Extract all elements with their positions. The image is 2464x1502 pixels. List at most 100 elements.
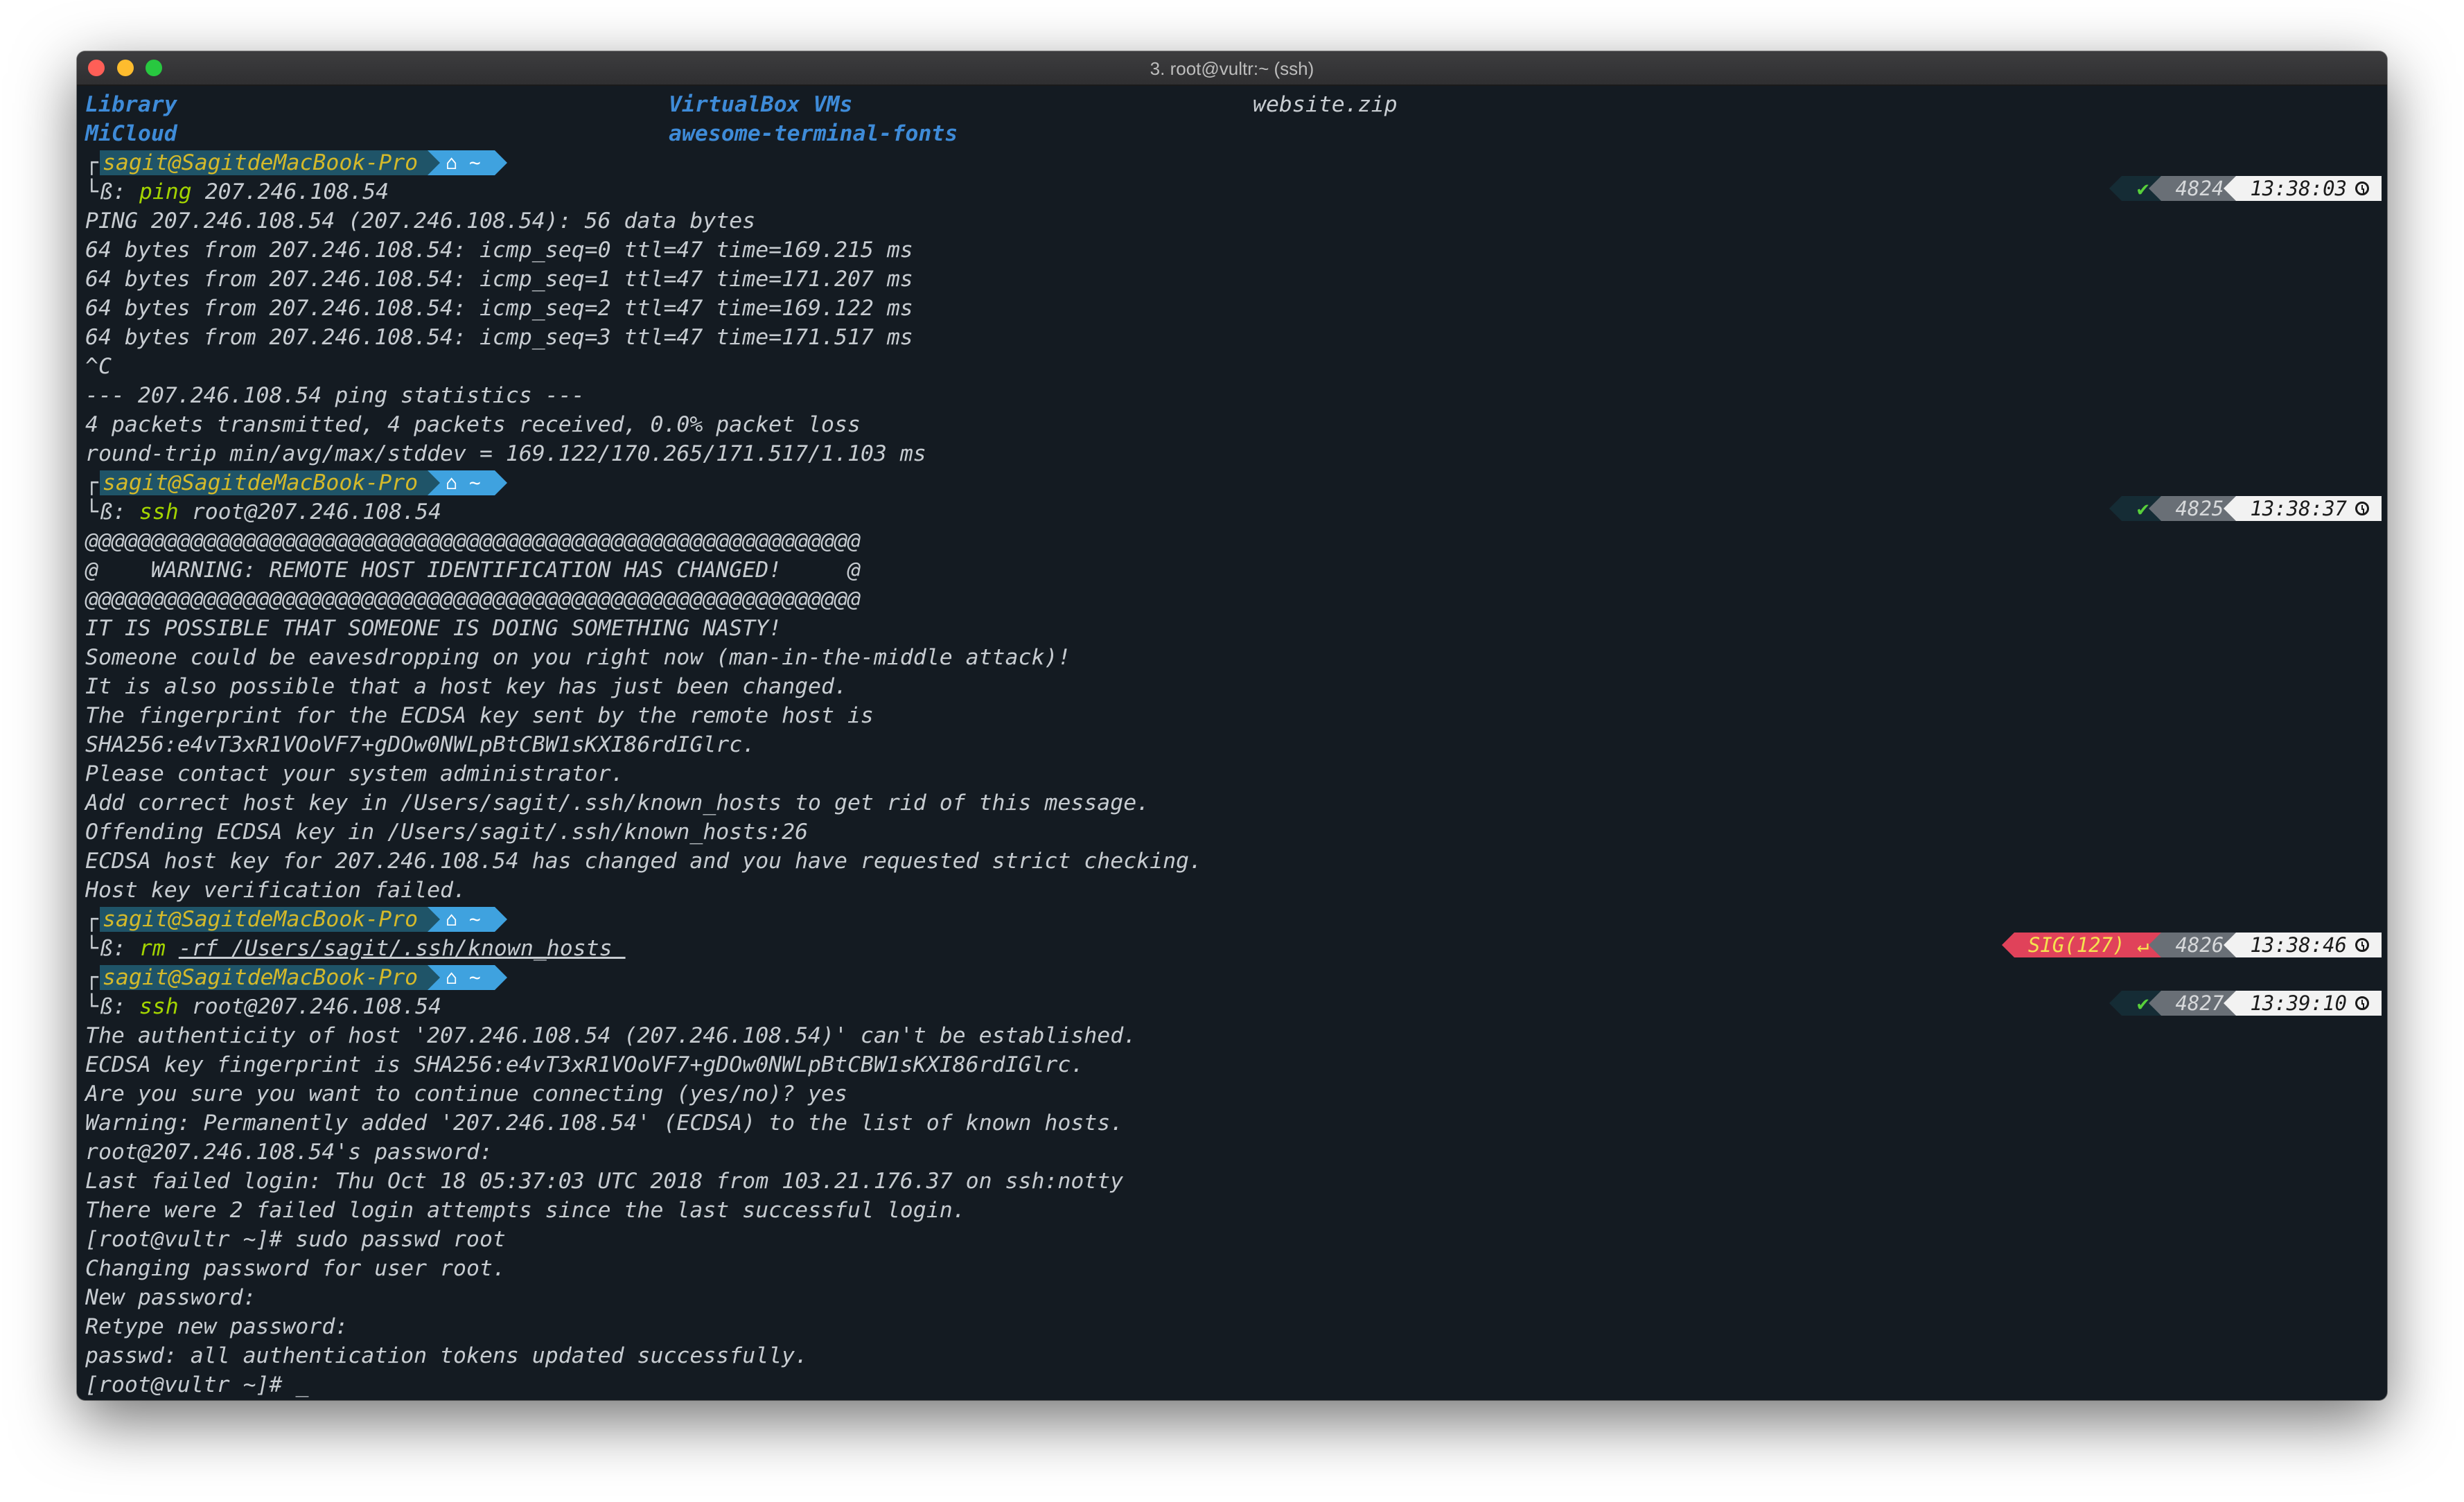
ping-output-line: 4 packets transmitted, 4 packets receive…: [85, 410, 2387, 439]
home-icon: ⌂: [446, 966, 469, 989]
ssh-session-line: passwd: all authentication tokens update…: [85, 1341, 2387, 1370]
prompt-corner: └: [85, 179, 98, 204]
timestamp-text: 13:38:03: [2250, 177, 2347, 200]
listing-row: Library VirtualBox VMs website.zip: [85, 90, 2387, 119]
output-text: ECDSA host key for 207.246.108.54 has ch…: [85, 849, 1202, 874]
prompt-header: ┌ sagit@SagitdeMacBook-Pro ⌂ ~: [85, 963, 2387, 992]
exit-status-badge: SIG(127) ↵: [2001, 933, 2162, 957]
ssh-session-line: Changing password for user root.: [85, 1254, 2387, 1283]
output-text: It is also possible that a host key has …: [85, 674, 847, 699]
command-line: └ß: ssh root@207.246.108.54 ✔ 4825 13:38:37: [85, 496, 2387, 527]
ssh-session-line: There were 2 failed login attempts since…: [85, 1196, 2387, 1225]
text-cursor[interactable]: _: [295, 1372, 308, 1397]
user-host-segment: sagit@SagitdeMacBook-Pro: [99, 150, 428, 175]
prompt-corner: ┌: [85, 965, 98, 990]
home-directory-segment: ⌂ ~: [428, 470, 507, 495]
prompt-symbol: ß:: [99, 500, 126, 524]
command-args: -rf /Users/sagit/.ssh/known_hosts: [178, 936, 626, 961]
terminal-output[interactable]: Library VirtualBox VMs website.zip MiCloud a…: [85, 90, 2387, 1399]
command-line: └ß: ping 207.246.108.54 ✔ 4824 13:38:03: [85, 176, 2387, 206]
command-name: ssh: [139, 994, 179, 1019]
command-line: └ß: ssh root@207.246.108.54 ✔ 4827 13:39:10: [85, 991, 2387, 1021]
prompt-header: ┌ sagit@SagitdeMacBook-Pro ⌂ ~: [85, 148, 2387, 177]
prompt-corner: └: [85, 936, 98, 961]
ssh-warning-line: Please contact your system administrator…: [85, 759, 2387, 788]
prompt-corner: ┌: [85, 150, 98, 175]
ssh-warning-line: ECDSA host key for 207.246.108.54 has ch…: [85, 847, 2387, 876]
command-line: └ß: rm -rf /Users/sagit/.ssh/known_hosts…: [85, 933, 2387, 963]
clock-icon: [2355, 502, 2369, 515]
output-text: @@@@@@@@@@@@@@@@@@@@@@@@@@@@@@@@@@@@@@@@…: [85, 529, 861, 554]
output-text: root@207.246.108.54's password:: [85, 1140, 493, 1165]
ssh-warning-line: The fingerprint for the ECDSA key sent b…: [85, 701, 2387, 730]
listing-entry[interactable]: Library: [85, 90, 177, 119]
listing-row: MiCloud awesome-terminal-fonts: [85, 119, 2387, 148]
timestamp-text: 13:38:37: [2250, 497, 2347, 520]
clock-icon: [2355, 938, 2369, 952]
output-text: @@@@@@@@@@@@@@@@@@@@@@@@@@@@@@@@@@@@@@@@…: [85, 587, 861, 612]
home-icon: ⌂: [446, 471, 469, 494]
output-text: 64 bytes from 207.246.108.54: icmp_seq=1…: [85, 267, 913, 292]
timestamp-text: 13:39:10: [2250, 991, 2347, 1015]
ping-output-line: 64 bytes from 207.246.108.54: icmp_seq=1…: [85, 265, 2387, 294]
user-host-segment: sagit@SagitdeMacBook-Pro: [99, 470, 428, 495]
output-text: 64 bytes from 207.246.108.54: icmp_seq=3…: [85, 325, 913, 350]
ssh-warning-line: SHA256:e4vT3xR1VOoVF7+gDOw0NWLpBtCBW1sKX…: [85, 730, 2387, 759]
ssh-session-line: Are you sure you want to continue connec…: [85, 1079, 2387, 1108]
timestamp: 13:38:03: [2224, 176, 2382, 201]
timestamp-text: 13:38:46: [2250, 933, 2347, 957]
prompt-corner: └: [85, 994, 98, 1019]
home-icon: ⌂: [446, 151, 469, 174]
ssh-warning-line: It is also possible that a host key has …: [85, 672, 2387, 701]
output-text: Offending ECDSA key in /Users/sagit/.ssh…: [85, 820, 809, 845]
timestamp: 13:38:37: [2224, 496, 2382, 521]
ssh-warning-line: @@@@@@@@@@@@@@@@@@@@@@@@@@@@@@@@@@@@@@@@…: [85, 527, 2387, 556]
output-text: PING 207.246.108.54 (207.246.108.54): 56…: [85, 209, 756, 233]
home-directory-segment: ⌂ ~: [428, 150, 507, 175]
prompt-symbol: ß:: [99, 994, 126, 1019]
ping-output-line: round-trip min/avg/max/stddev = 169.122/…: [85, 439, 2387, 468]
output-text: Changing password for user root.: [85, 1256, 506, 1281]
command-args: 207.246.108.54: [204, 179, 389, 204]
output-text: SHA256:e4vT3xR1VOoVF7+gDOw0NWLpBtCBW1sKX…: [85, 732, 756, 757]
ssh-session-line: New password:: [85, 1283, 2387, 1312]
listing-entry[interactable]: MiCloud: [85, 119, 177, 148]
ping-output-line: PING 207.246.108.54 (207.246.108.54): 56…: [85, 206, 2387, 236]
listing-entry[interactable]: VirtualBox VMs: [669, 90, 853, 119]
listing-entry[interactable]: awesome-terminal-fonts: [669, 119, 958, 148]
output-text: New password:: [85, 1285, 256, 1310]
home-path: ~: [468, 908, 481, 930]
output-text: Last failed login: Thu Oct 18 05:37:03 U…: [85, 1169, 1124, 1194]
prompt-symbol: ß:: [99, 179, 126, 204]
output-text: 64 bytes from 207.246.108.54: icmp_seq=2…: [85, 296, 913, 321]
ping-output-line: ^C: [85, 352, 2387, 381]
ssh-warning-line: Offending ECDSA key in /Users/sagit/.ssh…: [85, 818, 2387, 847]
output-text: Add correct host key in /Users/sagit/.ss…: [85, 790, 1150, 815]
ping-output-line: 64 bytes from 207.246.108.54: icmp_seq=0…: [85, 236, 2387, 265]
ssh-session-line: [root@vultr ~]# sudo passwd root: [85, 1225, 2387, 1254]
home-icon: ⌂: [446, 908, 469, 930]
listing-entry[interactable]: website.zip: [1253, 90, 1398, 119]
timestamp: 13:38:46: [2224, 933, 2382, 957]
right-prompt: ✔ 4825 13:38:37: [2109, 496, 2382, 521]
ssh-warning-line: Host key verification failed.: [85, 876, 2387, 905]
output-text: [root@vultr ~]# sudo passwd root: [85, 1227, 506, 1252]
output-text: ^C: [85, 354, 112, 379]
ssh-session-line: Warning: Permanently added '207.246.108.…: [85, 1108, 2387, 1138]
command-name: rm: [139, 936, 166, 961]
output-text: @ WARNING: REMOTE HOST IDENTIFICATION HA…: [85, 558, 861, 583]
right-prompt: SIG(127) ↵ 4826 13:38:46: [2001, 933, 2382, 957]
command-args: root@207.246.108.54: [191, 994, 442, 1019]
title-bar[interactable]: 3. root@vultr:~ (ssh): [77, 51, 2387, 86]
output-text: The fingerprint for the ECDSA key sent b…: [85, 703, 874, 728]
prompt-corner: └: [85, 500, 98, 524]
prompt-symbol: ß:: [99, 936, 126, 961]
output-text: Are you sure you want to continue connec…: [85, 1081, 847, 1106]
output-text: The authenticity of host '207.246.108.54…: [85, 1023, 1137, 1048]
home-directory-segment: ⌂ ~: [428, 965, 507, 990]
command-args: root@207.246.108.54: [191, 500, 442, 524]
output-text: Someone could be eavesdropping on you ri…: [85, 645, 1071, 670]
ssh-session-line: Retype new password:: [85, 1312, 2387, 1341]
timestamp: 13:39:10: [2224, 991, 2382, 1016]
output-text: IT IS POSSIBLE THAT SOMEONE IS DOING SOM…: [85, 616, 782, 641]
